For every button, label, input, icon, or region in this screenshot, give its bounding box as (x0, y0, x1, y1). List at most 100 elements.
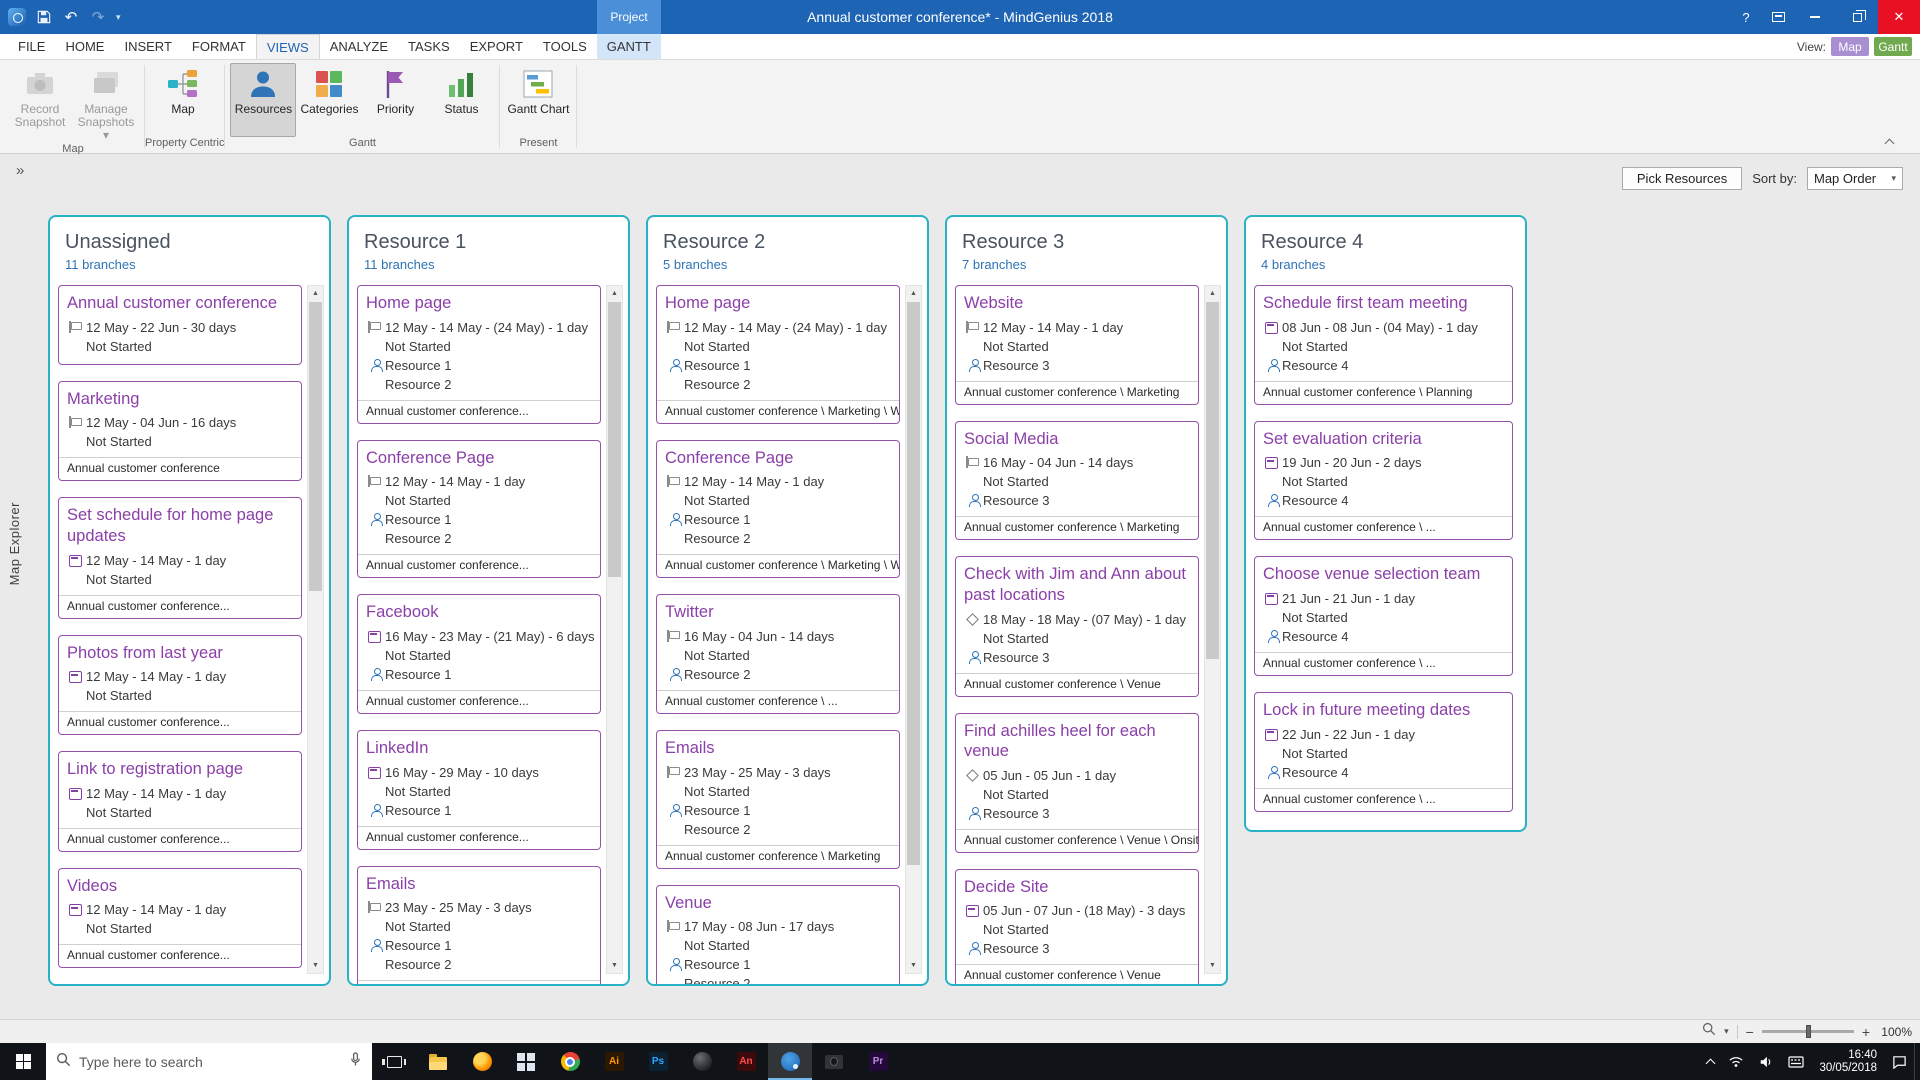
scroll-down-icon[interactable]: ▼ (1205, 958, 1220, 973)
help-button[interactable]: ? (1730, 0, 1762, 34)
ribbon-button-resources[interactable]: Resources (230, 63, 297, 137)
taskbar-app-photoshop[interactable]: Ps (636, 1043, 680, 1080)
branch-card[interactable]: Set evaluation criteria 19 Jun - 20 Jun -… (1254, 420, 1513, 541)
scroll-up-icon[interactable]: ▲ (607, 286, 622, 301)
taskbar-app-illustrator[interactable]: Ai (592, 1043, 636, 1080)
taskbar-app-chrome[interactable] (548, 1043, 592, 1080)
branch-card[interactable]: Conference Page 12 May - 14 May - 1 day No… (357, 439, 601, 579)
collapse-ribbon-icon[interactable] (1885, 137, 1894, 146)
branch-card[interactable]: Lock in future meeting dates 22 Jun - 22 … (1254, 691, 1513, 812)
taskbar-app-sphere-app[interactable] (680, 1043, 724, 1080)
scroll-thumb[interactable] (1206, 302, 1219, 660)
tab-file[interactable]: FILE (8, 34, 55, 59)
scroll-thumb[interactable] (309, 302, 322, 591)
view-gantt-button[interactable]: Gantt (1874, 37, 1912, 56)
save-icon[interactable] (35, 8, 53, 26)
ribbon-button-status[interactable]: Status (428, 63, 494, 137)
ribbon-button-map[interactable]: Map (150, 63, 216, 137)
branch-card[interactable]: Emails 23 May - 25 May - 3 days Not Starte… (357, 865, 601, 984)
tab-insert[interactable]: INSERT (114, 34, 181, 59)
branch-card[interactable]: Find achilles heel for each venue 05 Jun … (955, 712, 1199, 853)
branch-card[interactable]: Link to registration page 12 May - 14 May… (58, 751, 302, 852)
microphone-icon[interactable] (349, 1051, 362, 1072)
column-scrollbar[interactable]: ▲ ▼ (307, 285, 324, 974)
taskbar-search[interactable]: Type here to search (46, 1043, 372, 1080)
branch-card[interactable]: Venue 17 May - 08 Jun - 17 days Not Starte… (656, 884, 900, 984)
column-scrollbar[interactable]: ▲ ▼ (905, 285, 922, 974)
minimize-button[interactable] (1794, 0, 1836, 34)
ribbon-display-options-icon[interactable] (1762, 0, 1794, 34)
restore-button[interactable] (1836, 0, 1878, 34)
taskbar-app-camera-app[interactable] (812, 1043, 856, 1080)
taskbar-clock[interactable]: 16:40 30/05/2018 (1811, 1049, 1885, 1075)
start-button[interactable] (0, 1043, 46, 1080)
branch-card[interactable]: Videos 12 May - 14 May - 1 day Not Started… (58, 867, 302, 969)
keyboard-icon[interactable] (1781, 1043, 1811, 1080)
network-icon[interactable] (1721, 1043, 1751, 1080)
branch-card[interactable]: Conference Page 12 May - 14 May - 1 day No… (656, 439, 900, 579)
branch-card[interactable]: Home page 12 May - 14 May - (24 May) - 1 … (357, 285, 601, 424)
tray-expand-icon[interactable] (1700, 1043, 1721, 1080)
branch-card[interactable]: Home page 12 May - 14 May - (24 May) - 1 … (656, 285, 900, 424)
scroll-up-icon[interactable]: ▲ (1205, 286, 1220, 301)
tab-export[interactable]: EXPORT (460, 34, 533, 59)
pick-resources-button[interactable]: Pick Resources (1621, 167, 1743, 190)
tab-analyze[interactable]: ANALYZE (320, 34, 398, 59)
branch-card[interactable]: Photos from last year 12 May - 14 May - 1… (58, 634, 302, 736)
branch-card[interactable]: Website 12 May - 14 May - 1 day Not Starte… (955, 285, 1199, 405)
scroll-thumb[interactable] (608, 302, 621, 577)
branch-card[interactable]: Marketing 12 May - 04 Jun - 16 days Not St… (58, 380, 302, 482)
map-explorer-tab[interactable]: Map Explorer (7, 502, 22, 585)
zoom-slider-thumb[interactable] (1805, 1025, 1811, 1038)
column-scrollbar[interactable]: ▲ ▼ (606, 285, 623, 974)
scroll-down-icon[interactable]: ▼ (308, 958, 323, 973)
ribbon-button-gantt-chart[interactable]: Gantt Chart (505, 63, 571, 137)
tab-format[interactable]: FORMAT (182, 34, 256, 59)
zoom-options-icon[interactable]: ▾ (1724, 1026, 1729, 1037)
branch-card[interactable]: LinkedIn 16 May - 29 May - 10 days Not Sta… (357, 729, 601, 850)
branch-card[interactable]: Decide Site 05 Jun - 07 Jun - (18 May) - … (955, 868, 1199, 984)
view-map-button[interactable]: Map (1831, 37, 1869, 56)
taskbar-app-mindgenius[interactable] (768, 1043, 812, 1080)
undo-icon[interactable]: ↶ (62, 8, 80, 26)
action-center-icon[interactable] (1885, 1043, 1914, 1080)
show-desktop-button[interactable] (1914, 1043, 1920, 1080)
map-explorer-expand-icon[interactable]: » (16, 162, 24, 179)
taskbar-app-task-view[interactable] (372, 1043, 416, 1080)
redo-icon[interactable]: ↷ (89, 8, 107, 26)
zoom-tool-icon[interactable] (1702, 1022, 1716, 1041)
taskbar-app-firefox[interactable] (460, 1043, 504, 1080)
volume-icon[interactable] (1751, 1043, 1781, 1080)
branch-card[interactable]: Facebook 16 May - 23 May - (21 May) - 6 d… (357, 594, 601, 714)
branch-card[interactable]: Check with Jim and Ann about past locati… (955, 556, 1199, 697)
taskbar-app-animate[interactable]: An (724, 1043, 768, 1080)
tab-views[interactable]: VIEWS (255, 34, 320, 59)
branch-card[interactable]: Social Media 16 May - 04 Jun - 14 days Not… (955, 420, 1199, 541)
scroll-thumb[interactable] (907, 302, 920, 866)
tab-gantt[interactable]: GANTT (596, 34, 661, 59)
close-button[interactable]: ✕ (1878, 0, 1920, 34)
ribbon-button-priority[interactable]: Priority (362, 63, 428, 137)
scroll-up-icon[interactable]: ▲ (906, 286, 921, 301)
scroll-down-icon[interactable]: ▼ (607, 958, 622, 973)
branch-card[interactable]: Set schedule for home page updates 12 May… (58, 497, 302, 619)
taskbar-app-file-explorer[interactable] (416, 1043, 460, 1080)
zoom-slider[interactable] (1761, 1025, 1854, 1038)
branch-card[interactable]: Twitter 16 May - 04 Jun - 14 days Not Star… (656, 594, 900, 714)
tab-home[interactable]: HOME (55, 34, 114, 59)
zoom-out-button[interactable]: − (1746, 1025, 1754, 1039)
branch-card[interactable]: Choose venue selection team 21 Jun - 21 J… (1254, 556, 1513, 676)
taskbar-app-grid-app[interactable] (504, 1043, 548, 1080)
scroll-down-icon[interactable]: ▼ (906, 958, 921, 973)
taskbar-app-premiere[interactable]: Pr (856, 1043, 900, 1080)
sort-dropdown[interactable]: Map Order ▾ (1807, 167, 1903, 190)
branch-card[interactable]: Annual customer conference 12 May - 22 Ju… (58, 285, 302, 365)
branch-card[interactable]: Emails 23 May - 25 May - 3 days Not Starte… (656, 729, 900, 869)
zoom-in-button[interactable]: + (1862, 1025, 1870, 1039)
ribbon-button-categories[interactable]: Categories (296, 63, 362, 137)
scroll-up-icon[interactable]: ▲ (308, 286, 323, 301)
tab-tools[interactable]: TOOLS (533, 34, 597, 59)
tab-tasks[interactable]: TASKS (398, 34, 460, 59)
column-scrollbar[interactable]: ▲ ▼ (1204, 285, 1221, 974)
qat-customize-icon[interactable]: ▾ (116, 12, 121, 23)
